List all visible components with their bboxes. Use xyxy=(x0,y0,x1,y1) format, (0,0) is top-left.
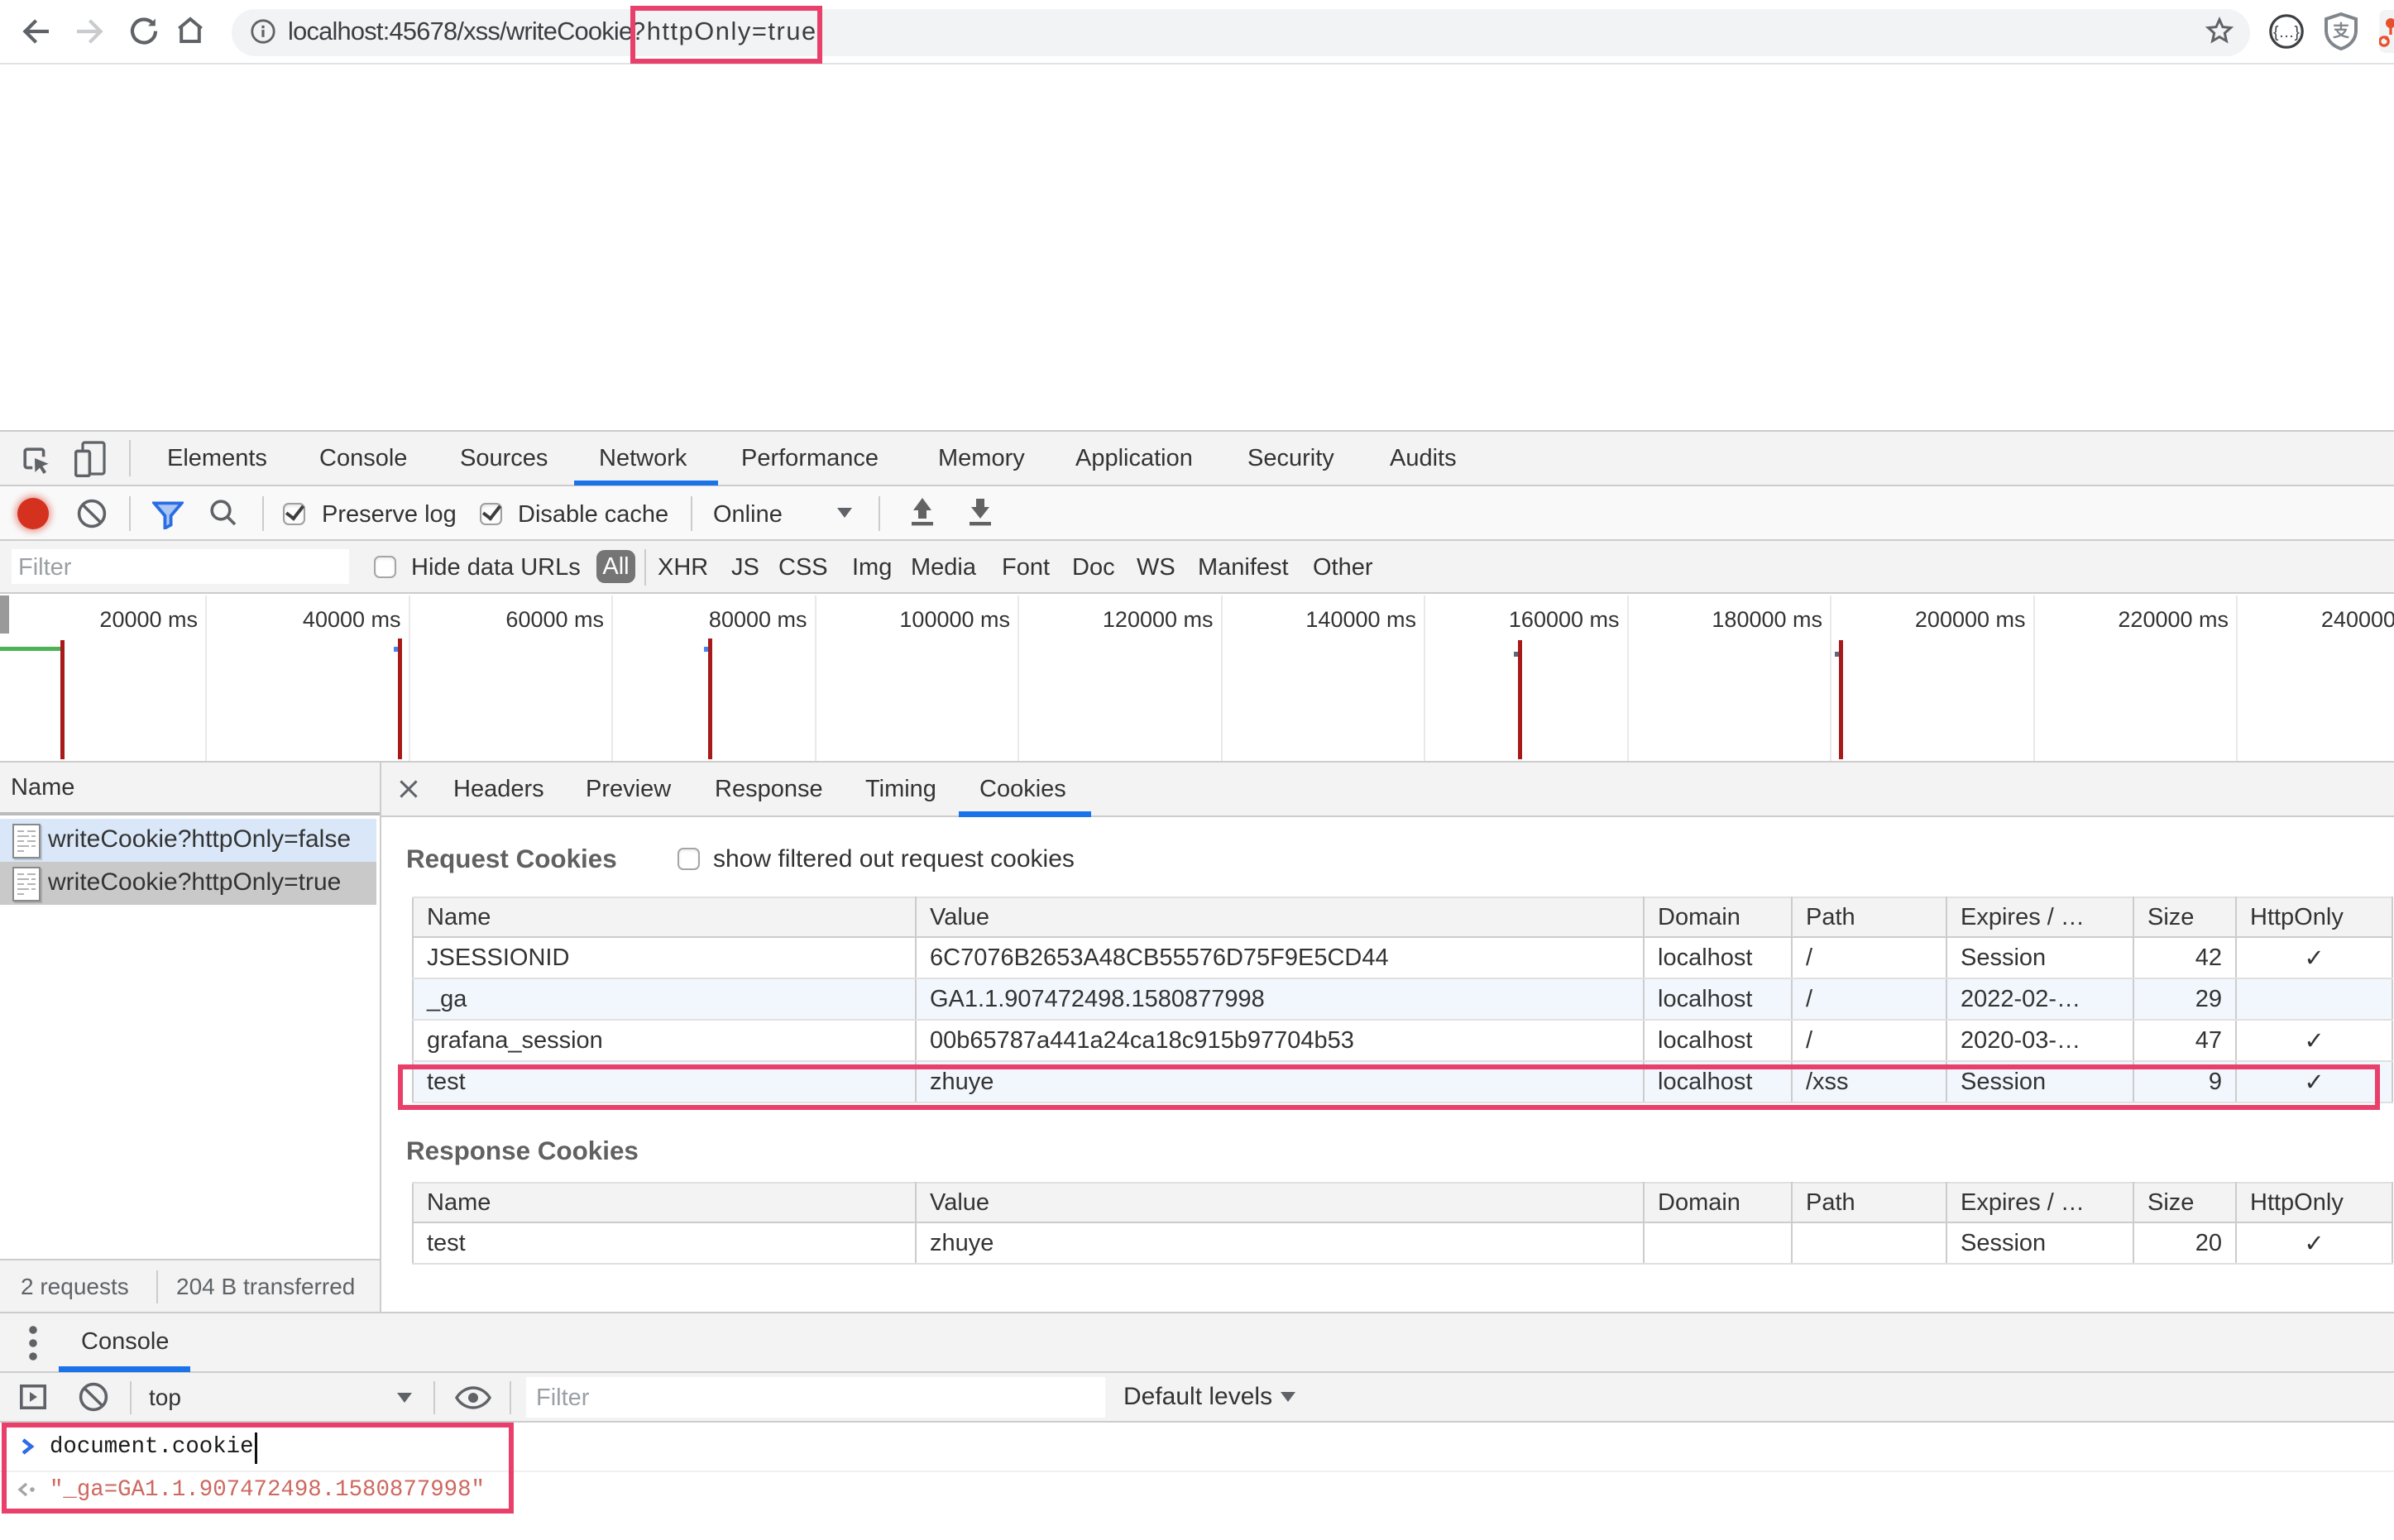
svg-text:{…}: {…} xyxy=(2273,24,2300,41)
svg-text:支: 支 xyxy=(2333,21,2350,41)
